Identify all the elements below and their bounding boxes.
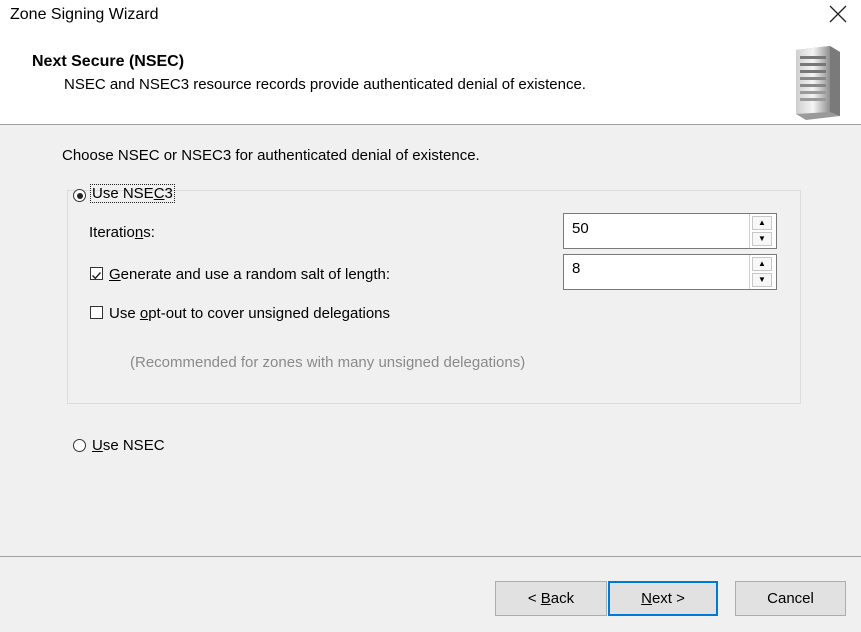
nsec3-radio-label[interactable]: Use NSEC3 (90, 184, 175, 203)
salt-label[interactable]: Generate and use a random salt of length… (109, 266, 390, 283)
iterations-stepper[interactable]: 50 ▲ ▼ (563, 213, 777, 249)
salt-length-stepper[interactable]: 8 ▲ ▼ (563, 254, 777, 290)
nsec3-radio[interactable] (73, 189, 86, 202)
close-icon[interactable] (827, 2, 849, 26)
salt-spin-buttons: ▲ ▼ (749, 255, 776, 289)
optout-label[interactable]: Use opt-out to cover unsigned delegation… (109, 305, 390, 322)
server-icon (790, 44, 844, 120)
iterations-label: Iterations: (89, 224, 155, 241)
optout-checkbox[interactable] (90, 306, 103, 319)
iterations-up-button[interactable]: ▲ (752, 216, 772, 230)
nsec-radio-label[interactable]: Use NSEC (92, 437, 165, 454)
salt-checkbox[interactable] (90, 267, 103, 280)
intro-text: Choose NSEC or NSEC3 for authenticated d… (62, 147, 480, 164)
back-button[interactable]: < Back (495, 581, 607, 616)
title-bar: Zone Signing Wizard (0, 0, 861, 30)
next-button[interactable]: Next > (608, 581, 718, 616)
window-title: Zone Signing Wizard (10, 6, 159, 23)
iterations-spin-buttons: ▲ ▼ (749, 214, 776, 248)
nsec-radio[interactable] (73, 439, 86, 452)
page-title: Next Secure (NSEC) (32, 53, 185, 70)
optout-hint: (Recommended for zones with many unsigne… (130, 354, 526, 371)
checkmark-icon (92, 272, 102, 280)
iterations-value[interactable]: 50 (572, 220, 589, 237)
salt-up-button[interactable]: ▲ (752, 257, 772, 271)
salt-down-button[interactable]: ▼ (752, 273, 772, 287)
wizard-header: Next Secure (NSEC) NSEC and NSEC3 resour… (0, 30, 861, 125)
iterations-down-button[interactable]: ▼ (752, 232, 772, 246)
page-subtitle: NSEC and NSEC3 resource records provide … (64, 76, 586, 93)
footer-separator (0, 556, 861, 557)
cancel-button[interactable]: Cancel (735, 581, 846, 616)
salt-length-value[interactable]: 8 (572, 260, 580, 277)
